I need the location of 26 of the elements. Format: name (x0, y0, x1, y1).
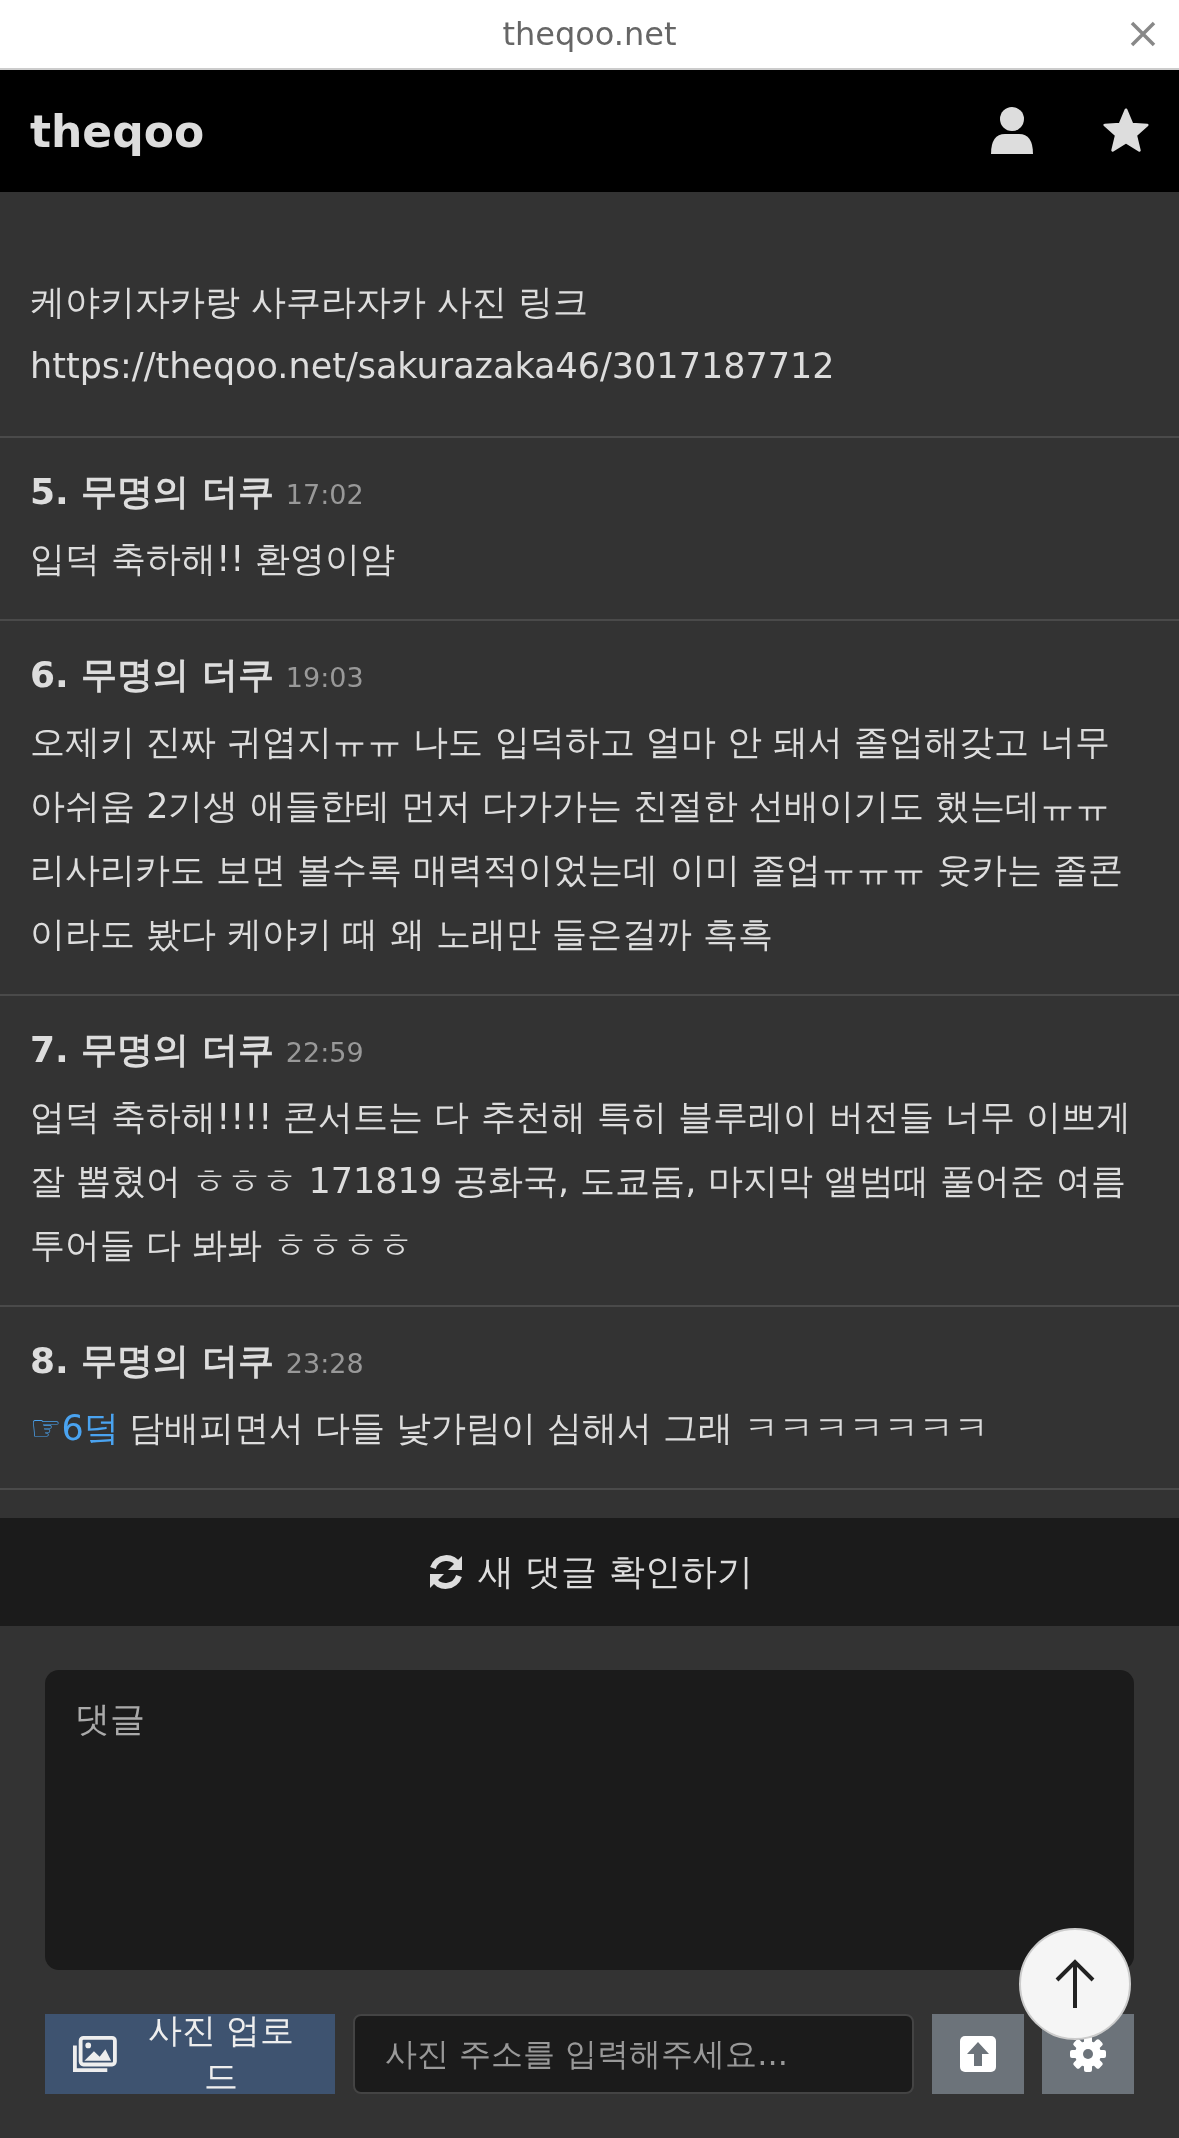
comment-author: 8. 무명의 더쿠 (30, 1339, 274, 1383)
comment-time: 23:28 (285, 1348, 364, 1379)
comment-time: 22:59 (285, 1037, 364, 1068)
refresh-comments-button[interactable]: 새 댓글 확인하기 (0, 1518, 1179, 1626)
close-icon[interactable] (1129, 20, 1157, 48)
url-text: theqoo.net (502, 15, 677, 53)
comment-text: 업덕 축하해!!!! 콘서트는 다 추천해 특히 블루레이 버전들 너무 이쁘게 잘 뽑혔어 ㅎㅎㅎ 171819 공화국, 도쿄돔, 마지막 앨범때 풀어준 여름 투어들 다 봐봐 ㅎㅎㅎㅎ (30, 1096, 1133, 1267)
comment-time: 17:02 (285, 479, 364, 510)
user-icon[interactable] (989, 106, 1035, 156)
upload-button[interactable] (932, 2014, 1024, 2094)
comment-text: ☞6덬 담배피면서 다들 낯가림이 심해서 그래 ㅋㅋㅋㅋㅋㅋㅋ (30, 1407, 991, 1450)
image-icon (73, 2035, 117, 2073)
photo-url-field[interactable]: 사진 주소를 입력해주세요... (353, 2014, 914, 2094)
comment-text: 입덕 축하해!! 환영이얌 (30, 538, 397, 581)
comment-input[interactable]: 댓글 (45, 1670, 1134, 1970)
reply-link[interactable]: ☞6덬 (30, 1408, 119, 1448)
comment-time: 19:03 (285, 662, 364, 693)
post-text: https://theqoo.net/sakurazaka46/3017187712 (30, 345, 836, 388)
photo-upload-button[interactable]: 사진 업로드 (45, 2014, 335, 2094)
comment-author: 6. 무명의 더쿠 (30, 653, 274, 697)
upload-icon (958, 2034, 998, 2074)
post-text: 케야키자카랑 사쿠라자카 사진 링크 (30, 281, 590, 324)
comment-author: 5. 무명의 더쿠 (30, 470, 274, 514)
comment-author: 7. 무명의 더쿠 (30, 1028, 274, 1072)
site-logo[interactable]: theqoo (30, 105, 921, 157)
comment-text: 오제키 진짜 귀엽지ㅠㅠ 나도 입덕하고 얼마 안 돼서 졸업해갖고 너무 아쉬움 2기생 애들한테 먼저 다가가는 친절한 선배이기도 했는데ㅠㅠ 리사리카도 보면 볼수록 매력적이었는데 이미 졸업ㅠㅠㅠ 윳카는 졸콘이라도 봤다 케야키 때 왜 노래만 들은걸까 흑흑 (30, 721, 1124, 956)
